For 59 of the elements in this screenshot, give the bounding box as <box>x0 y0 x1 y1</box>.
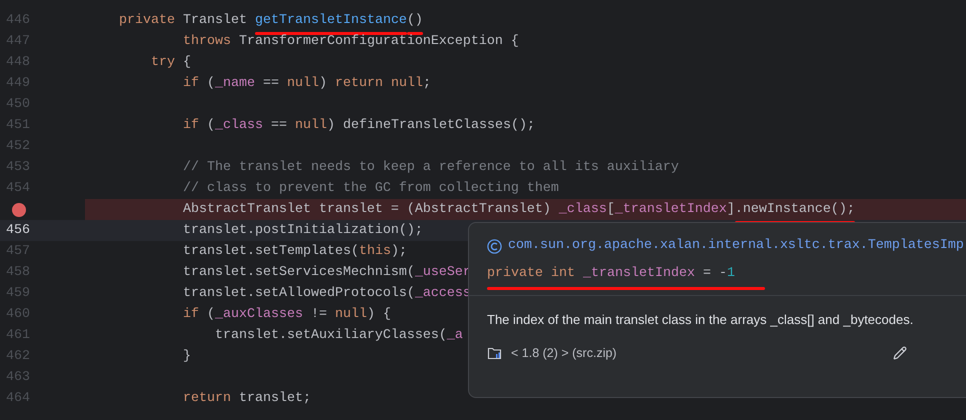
code-token: _name <box>214 74 255 92</box>
description-text: The index of the main translet class in the arrays _class[] and _bytecodes. <box>487 312 914 327</box>
code-token: ); <box>390 242 407 260</box>
class-name[interactable]: com.sun.org.apache.xalan.internal.xsltc.trax.TemplatesImp <box>508 236 964 256</box>
code-token: } <box>182 348 191 366</box>
code-token: // class to prevent the GC from collecting them <box>182 180 559 198</box>
code-token: { <box>182 54 191 72</box>
code-token: _class <box>214 116 263 134</box>
code-token: ; <box>422 74 431 92</box>
code-token: _useSer <box>414 264 471 282</box>
code-token: ( <box>206 74 215 92</box>
code-token: ( <box>206 116 215 134</box>
code-token: _transletIndex <box>614 200 727 218</box>
code-token: () <box>406 10 423 30</box>
code-token: ) defineTransletClasses(); <box>326 116 535 134</box>
code-token: if <box>182 306 199 324</box>
code-token: try <box>150 54 175 72</box>
code-token: _a <box>446 326 463 344</box>
code-token: null <box>294 116 327 134</box>
code-token: throws <box>182 32 231 50</box>
code-token: Translet <box>182 12 248 30</box>
code-token: this <box>358 242 391 260</box>
code-token: = - <box>702 265 727 283</box>
code-token: _auxClasses <box>214 306 303 324</box>
code-token: null <box>334 306 367 324</box>
code-token: ] <box>726 200 735 218</box>
breakpoint-icon[interactable] <box>12 202 26 216</box>
code-token: private int <box>487 265 576 283</box>
code-token: if <box>182 74 199 92</box>
code-token: TransformerConfigurationException { <box>238 32 519 50</box>
code-token: if <box>182 116 199 134</box>
code-token: private <box>118 12 175 30</box>
edit-icon[interactable] <box>893 346 907 360</box>
code-token: translet.setAllowedProtocols( <box>182 284 415 302</box>
code-token: _transletIndex <box>582 265 695 283</box>
code-token: == <box>262 74 280 92</box>
code-token: return null <box>334 74 423 92</box>
source-link[interactable]: < 1.8 (2) > (src.zip) <box>511 344 617 363</box>
code-token: ) { <box>366 306 391 324</box>
line-number: 456 <box>6 222 30 240</box>
code-token: translet.setTemplates( <box>182 242 359 260</box>
code-token: == <box>270 116 288 134</box>
code-token: ( <box>206 306 215 324</box>
code-token: ) <box>318 74 328 92</box>
code-token: getTransletInstance <box>254 10 407 30</box>
code-token: null <box>286 74 319 92</box>
code-token: translet.setServicesMechnism( <box>182 264 415 282</box>
code-token: _class <box>558 200 607 218</box>
code-token: translet.setAuxiliaryClasses( <box>214 326 447 344</box>
code-token: [ <box>606 200 615 218</box>
code-token: AbstractTranslet translet = (AbstractTranslet) <box>182 200 552 218</box>
class-icon <box>487 238 502 254</box>
code-token: translet.postInitialization(); <box>182 222 423 240</box>
folder-icon <box>487 345 503 362</box>
code-token: != <box>310 306 328 324</box>
code-token: translet; <box>238 390 311 408</box>
code-token: 1 <box>726 265 735 283</box>
code-token: return <box>182 390 231 408</box>
code-token: // The translet needs to keep a reference to all its auxiliary <box>182 158 679 176</box>
